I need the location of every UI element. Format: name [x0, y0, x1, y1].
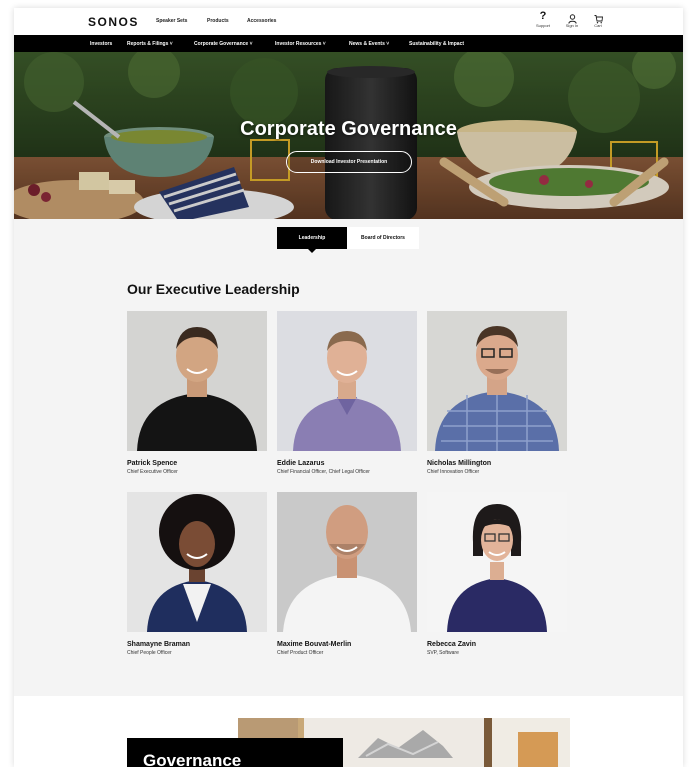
- executive-title: Chief Executive Officer: [127, 469, 178, 475]
- sign-in-label: Sign In: [565, 23, 579, 28]
- executive-name: Rebecca Zavin: [427, 641, 477, 648]
- subnav-investors[interactable]: Investors: [90, 41, 112, 47]
- executive-card[interactable]: Shamayne Braman Chief People Officer: [127, 492, 267, 656]
- executive-card[interactable]: Nicholas Millington Chief Innovation Off…: [427, 311, 567, 475]
- executive-card[interactable]: Maxime Bouvat-Merlin Chief Product Offic…: [277, 492, 417, 656]
- nav-accessories[interactable]: Accessories: [247, 18, 276, 24]
- cart-label: Cart: [594, 23, 602, 28]
- tab-board-of-directors[interactable]: Board of Directors: [347, 227, 419, 249]
- executive-card[interactable]: Eddie Lazarus Chief Financial Officer, C…: [277, 311, 417, 475]
- sonos-logo[interactable]: SONOS: [88, 15, 139, 29]
- executive-photo: [277, 311, 417, 451]
- nav-products[interactable]: Products: [207, 18, 229, 24]
- subnav-investor-resources[interactable]: Investor Resources ˅: [275, 41, 326, 47]
- cart-icon: [587, 11, 609, 24]
- nav-speaker-sets[interactable]: Speaker Sets: [156, 18, 187, 24]
- executive-title: SVP, Software: [427, 650, 459, 656]
- page-frame: SONOS Speaker Sets Products Accessories …: [14, 8, 683, 767]
- question-icon: ?: [539, 10, 547, 22]
- governance-heading-box: Governance: [127, 738, 343, 767]
- support-button[interactable]: ? Support: [532, 10, 554, 29]
- subnav-reports-filings[interactable]: Reports & Filings ˅: [127, 41, 173, 47]
- hero-banner: Corporate Governance Download Investor P…: [14, 52, 683, 219]
- investor-subnav: Investors Reports & Filings ˅ Corporate …: [14, 35, 683, 52]
- executive-name: Patrick Spence: [127, 460, 178, 467]
- executive-title: Chief Innovation Officer: [427, 469, 480, 475]
- sign-in-button[interactable]: Sign In: [561, 11, 583, 28]
- executive-title: Chief Product Officer: [277, 650, 324, 656]
- executive-card[interactable]: Rebecca Zavin SVP, Software: [427, 492, 567, 656]
- download-investor-presentation-button[interactable]: Download Investor Presentation: [286, 151, 412, 173]
- subnav-corporate-governance[interactable]: Corporate Governance ˅: [194, 41, 253, 47]
- subnav-sustainability-impact[interactable]: Sustainability & Impact: [409, 41, 464, 47]
- top-navigation: SONOS Speaker Sets Products Accessories …: [14, 8, 683, 35]
- user-icon: [561, 11, 583, 24]
- section-title: Our Executive Leadership: [127, 281, 300, 297]
- executive-photo: [427, 311, 567, 451]
- executive-photo: [277, 492, 417, 632]
- executive-photo: [127, 311, 267, 451]
- subnav-news-events[interactable]: News & Events ˅: [349, 41, 389, 47]
- executive-name: Shamayne Braman: [127, 641, 191, 648]
- hero-title: Corporate Governance: [240, 118, 457, 140]
- governance-title: Governance: [143, 751, 242, 767]
- executive-name: Maxime Bouvat-Merlin: [277, 641, 352, 648]
- executive-photo: [127, 492, 267, 632]
- executive-photo: [427, 492, 567, 632]
- executive-name: Nicholas Millington: [427, 460, 492, 467]
- executive-name: Eddie Lazarus: [277, 460, 325, 467]
- executive-title: Chief Financial Officer, Chief Legal Off…: [277, 469, 370, 475]
- executive-title: Chief People Officer: [127, 650, 172, 656]
- tab-leadership[interactable]: Leadership: [277, 227, 347, 253]
- cart-button[interactable]: Cart: [587, 11, 609, 28]
- executive-card[interactable]: Patrick Spence Chief Executive Officer: [127, 311, 267, 475]
- support-label: Support: [535, 23, 550, 28]
